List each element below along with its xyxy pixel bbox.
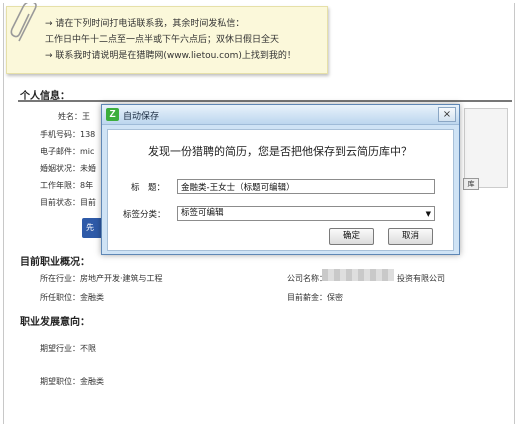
status-field: 目前状态：目前 xyxy=(40,198,96,207)
current-job-title: 目前职业概况： xyxy=(20,257,90,268)
tag-category-value: 标签可编辑 xyxy=(181,208,224,218)
dialog-titlebar[interactable]: Z 自动保存 × xyxy=(102,105,459,125)
expected-position-field: 期望职位：金融类 xyxy=(40,377,104,386)
email-field: 电子邮件：mic xyxy=(40,147,95,156)
title-label: 标 题： xyxy=(131,183,166,193)
chevron-down-icon: ▼ xyxy=(425,210,431,218)
position-field: 所任职位：金融类 xyxy=(40,293,104,302)
side-button[interactable]: 库 xyxy=(463,178,479,190)
dialog-title: 自动保存 xyxy=(123,112,160,122)
auto-save-dialog: Z 自动保存 × 发现一份猎聘的简历，您是否把他保存到云简历库中？ 标 题： 标… xyxy=(101,104,460,255)
contact-note: → 请在下列时间打电话联系我，其余时间发私信： 工作日中午十二点至一点半或下午六… xyxy=(6,3,328,74)
paperclip-icon xyxy=(10,3,37,42)
company-suffix: 投资有限公司 xyxy=(397,274,445,283)
app-logo-icon: Z xyxy=(106,108,119,121)
phone-field: 手机号码：138 xyxy=(40,130,96,139)
career-intent-title: 职业发展意向： xyxy=(20,317,90,328)
dialog-question: 发现一份猎聘的简历，您是否把他保存到云简历库中？ xyxy=(148,145,412,158)
work-years-field: 工作年限：8年 xyxy=(40,181,94,190)
avatar xyxy=(464,108,508,188)
industry-field: 所在行业：房地产开发·建筑与工程 xyxy=(40,274,163,283)
name-field: 姓名：王 xyxy=(58,112,90,121)
section-divider xyxy=(18,100,512,102)
marriage-field: 婚姻状况：未婚 xyxy=(40,164,96,173)
expected-industry-field: 期望行业：不限 xyxy=(40,344,96,353)
tag-label: 标签分类： xyxy=(123,210,166,220)
note-line-2: 工作日中午十二点至一点半或下午六点后；双休日假日全天 xyxy=(45,35,280,45)
note-line-1: → 请在下列时间打电话联系我，其余时间发私信： xyxy=(45,19,245,29)
dialog-body: 发现一份猎聘的简历，您是否把他保存到云简历库中？ 标 题： 标签分类： 标签可编… xyxy=(107,129,454,251)
salary-field: 目前薪金：保密 xyxy=(287,293,343,302)
close-icon[interactable]: × xyxy=(438,107,456,122)
resume-title-input[interactable] xyxy=(177,179,435,194)
company-name-redacted xyxy=(322,269,394,281)
tag-category-select[interactable]: 标签可编辑 ▼ xyxy=(177,206,435,221)
company-label: 公司名称： xyxy=(287,274,327,283)
ok-button[interactable]: 确定 xyxy=(329,228,374,245)
note-line-3: → 联系我时请说明是在猎聘网(www.lietou.com)上找到我的！ xyxy=(45,51,296,61)
cancel-button[interactable]: 取消 xyxy=(388,228,433,245)
